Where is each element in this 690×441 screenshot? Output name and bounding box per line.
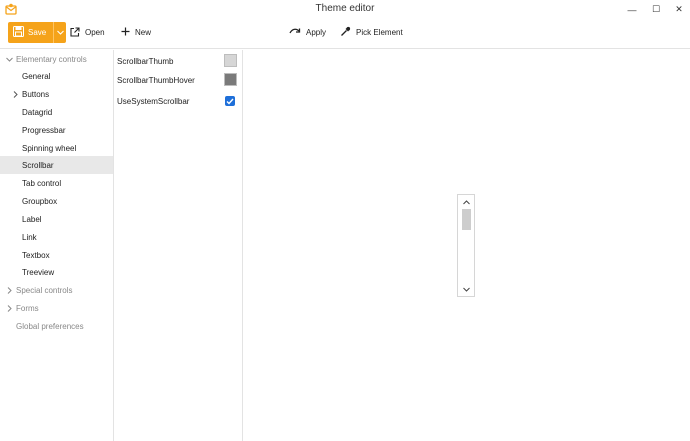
minimize-button[interactable]: — — [620, 0, 644, 19]
tree-item-spinning-wheel[interactable]: Spinning wheel — [0, 139, 113, 157]
chevron-down-icon — [462, 285, 470, 294]
save-split-button: Save — [8, 22, 67, 43]
tree-item-treeview[interactable]: Treeview — [0, 263, 113, 281]
open-button[interactable]: Open — [70, 22, 105, 43]
tree-item-label: Textbox — [22, 250, 50, 260]
tree-item-groupbox[interactable]: Groupbox — [0, 192, 113, 210]
tree-group-forms[interactable]: Forms — [0, 299, 113, 317]
open-external-icon — [70, 26, 80, 39]
tree-group-label: Global preferences — [16, 321, 84, 331]
tree-item-label: Groupbox — [22, 196, 58, 206]
tree-item-label: Link — [22, 232, 37, 242]
tree-item-label: Spinning wheel — [22, 143, 77, 153]
chevron-right-icon[interactable] — [5, 304, 13, 312]
chevron-right-icon[interactable] — [5, 286, 13, 294]
tree-item-label: Scrollbar — [22, 160, 54, 170]
tree-item-label: General — [22, 71, 51, 81]
tree-item-textbox[interactable]: Textbox — [0, 246, 113, 264]
open-label: Open — [85, 28, 105, 37]
tree-item-label: Datagrid — [22, 107, 53, 117]
tree-item-datagrid[interactable]: Datagrid — [0, 103, 113, 121]
color-swatch-scrollbar-thumb-hover[interactable] — [224, 73, 237, 86]
property-name: ScrollbarThumbHover — [117, 75, 195, 85]
property-name: UseSystemScrollbar — [117, 96, 190, 106]
chevron-down-icon[interactable] — [5, 55, 13, 63]
tree-item-label: Tab control — [22, 178, 62, 188]
preview-scrollbar[interactable] — [457, 194, 475, 297]
properties-pane: ScrollbarThumb ScrollbarThumbHover UseSy… — [114, 50, 243, 441]
property-row-scrollbar-thumb: ScrollbarThumb — [117, 52, 241, 70]
save-dropdown-button[interactable] — [53, 22, 66, 43]
scroll-up-button[interactable] — [458, 197, 474, 207]
window-title: Theme editor — [315, 3, 375, 14]
tree-group-label: Elementary controls — [16, 54, 87, 64]
tree-group-label: Forms — [16, 303, 39, 313]
scroll-thumb[interactable] — [462, 209, 471, 230]
tree-item-label: Progressbar — [22, 125, 66, 135]
tree-item-link[interactable]: Link — [0, 228, 113, 246]
scroll-down-button[interactable] — [458, 284, 474, 294]
chevron-down-icon — [56, 28, 64, 37]
tree-item-label: Label — [22, 214, 42, 224]
tree-group-label: Special controls — [16, 285, 73, 295]
scroll-track[interactable] — [462, 209, 471, 283]
property-row-use-system-scrollbar: UseSystemScrollbar — [117, 92, 241, 110]
save-button[interactable]: Save — [8, 22, 53, 43]
close-button[interactable]: ✕ — [667, 0, 690, 19]
apply-arrow-icon — [289, 27, 301, 39]
pick-element-label: Pick Element — [356, 28, 403, 37]
maximize-button[interactable]: ☐ — [644, 0, 668, 19]
property-row-scrollbar-thumb-hover: ScrollbarThumbHover — [117, 71, 241, 89]
title-bar: Theme editor — ☐ ✕ — [0, 0, 690, 19]
chevron-up-icon — [462, 198, 470, 207]
pick-element-button[interactable]: Pick Element — [340, 22, 403, 43]
save-label: Save — [28, 28, 47, 37]
plus-icon — [121, 27, 130, 38]
apply-label: Apply — [306, 28, 327, 37]
property-name: ScrollbarThumb — [117, 56, 174, 66]
tree-group-special-controls[interactable]: Special controls — [0, 281, 113, 299]
tree-group-global-preferences[interactable]: Global preferences — [0, 317, 113, 335]
tree-item-general[interactable]: General — [0, 67, 113, 85]
category-tree: Elementary controls General Buttons Data… — [0, 50, 114, 441]
new-button[interactable]: New — [121, 22, 151, 43]
toolbar: Save Open New Apply Pick Element — [0, 19, 690, 49]
tree-item-label-control[interactable]: Label — [0, 210, 113, 228]
apply-button[interactable]: Apply — [289, 22, 326, 43]
eyedropper-icon — [340, 26, 351, 39]
tree-item-label: Buttons — [22, 89, 50, 99]
tree-group-elementary-controls[interactable]: Elementary controls — [0, 50, 113, 68]
tree-item-scrollbar[interactable]: Scrollbar — [0, 156, 113, 174]
color-swatch-scrollbar-thumb[interactable] — [224, 54, 237, 67]
save-icon — [13, 26, 24, 39]
checkmark-icon — [226, 98, 234, 105]
chevron-right-icon[interactable] — [11, 90, 19, 98]
tree-item-progressbar[interactable]: Progressbar — [0, 121, 113, 139]
tree-item-label: Treeview — [22, 267, 55, 277]
use-system-scrollbar-checkbox[interactable] — [225, 96, 235, 106]
tree-item-buttons[interactable]: Buttons — [0, 85, 113, 103]
new-label: New — [135, 28, 152, 37]
tree-item-tab-control[interactable]: Tab control — [0, 174, 113, 192]
